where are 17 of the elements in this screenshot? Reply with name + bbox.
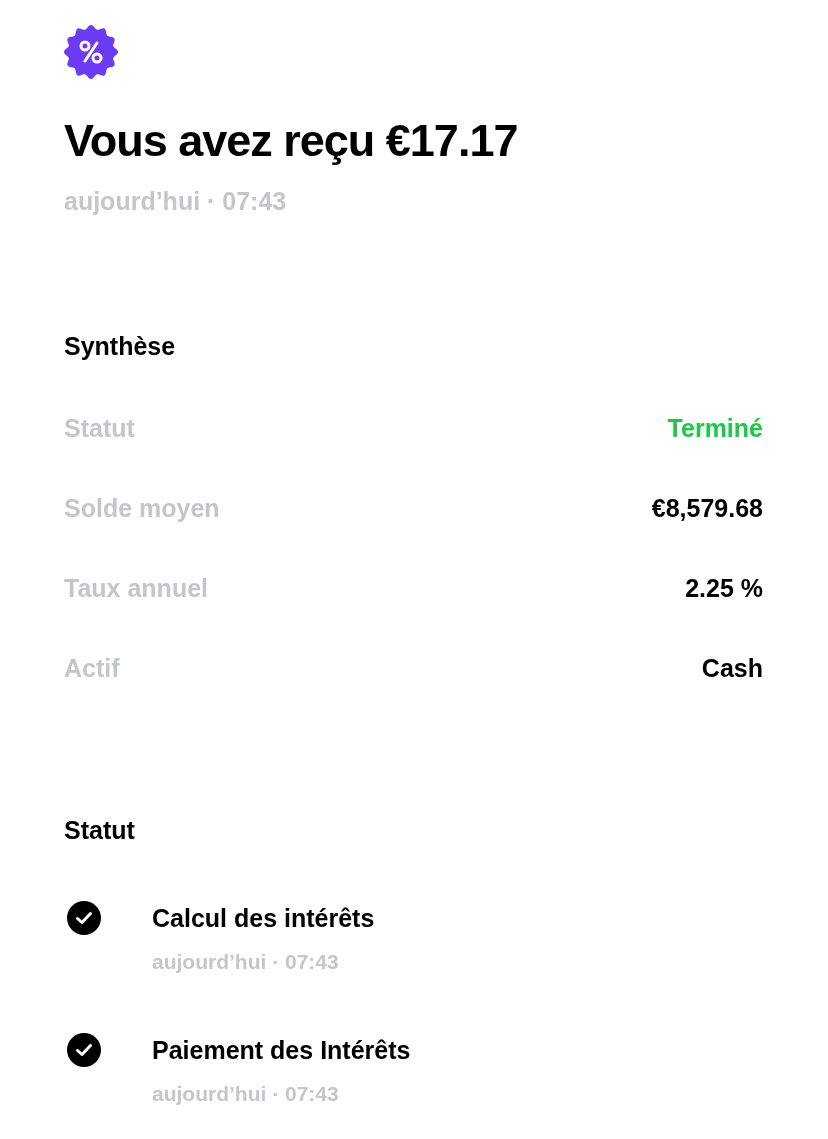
field-label: Statut (64, 413, 135, 444)
step-timestamp: aujourd’hui · 07:43 (152, 949, 340, 975)
step-title: Paiement des Intérêts (152, 1035, 411, 1066)
percent-badge-icon (64, 25, 118, 79)
status-value: Terminé (667, 413, 763, 444)
step-title: Calcul des intérêts (152, 903, 375, 934)
timestamp: aujourd’hui · 07:43 (64, 186, 287, 217)
field-value: Cash (701, 653, 763, 684)
section-heading: Statut (64, 815, 135, 846)
field-label: Taux annuel (64, 573, 208, 604)
field-value: €8,579.68 (651, 493, 763, 524)
section-heading: Synthèse (64, 331, 176, 362)
page-title: Vous avez reçu €17.17 (64, 114, 518, 168)
step-timestamp: aujourd’hui · 07:43 (152, 1081, 340, 1107)
field-value: 2.25 % (685, 573, 763, 604)
field-label: Solde moyen (64, 493, 220, 524)
field-label: Actif (64, 653, 120, 684)
